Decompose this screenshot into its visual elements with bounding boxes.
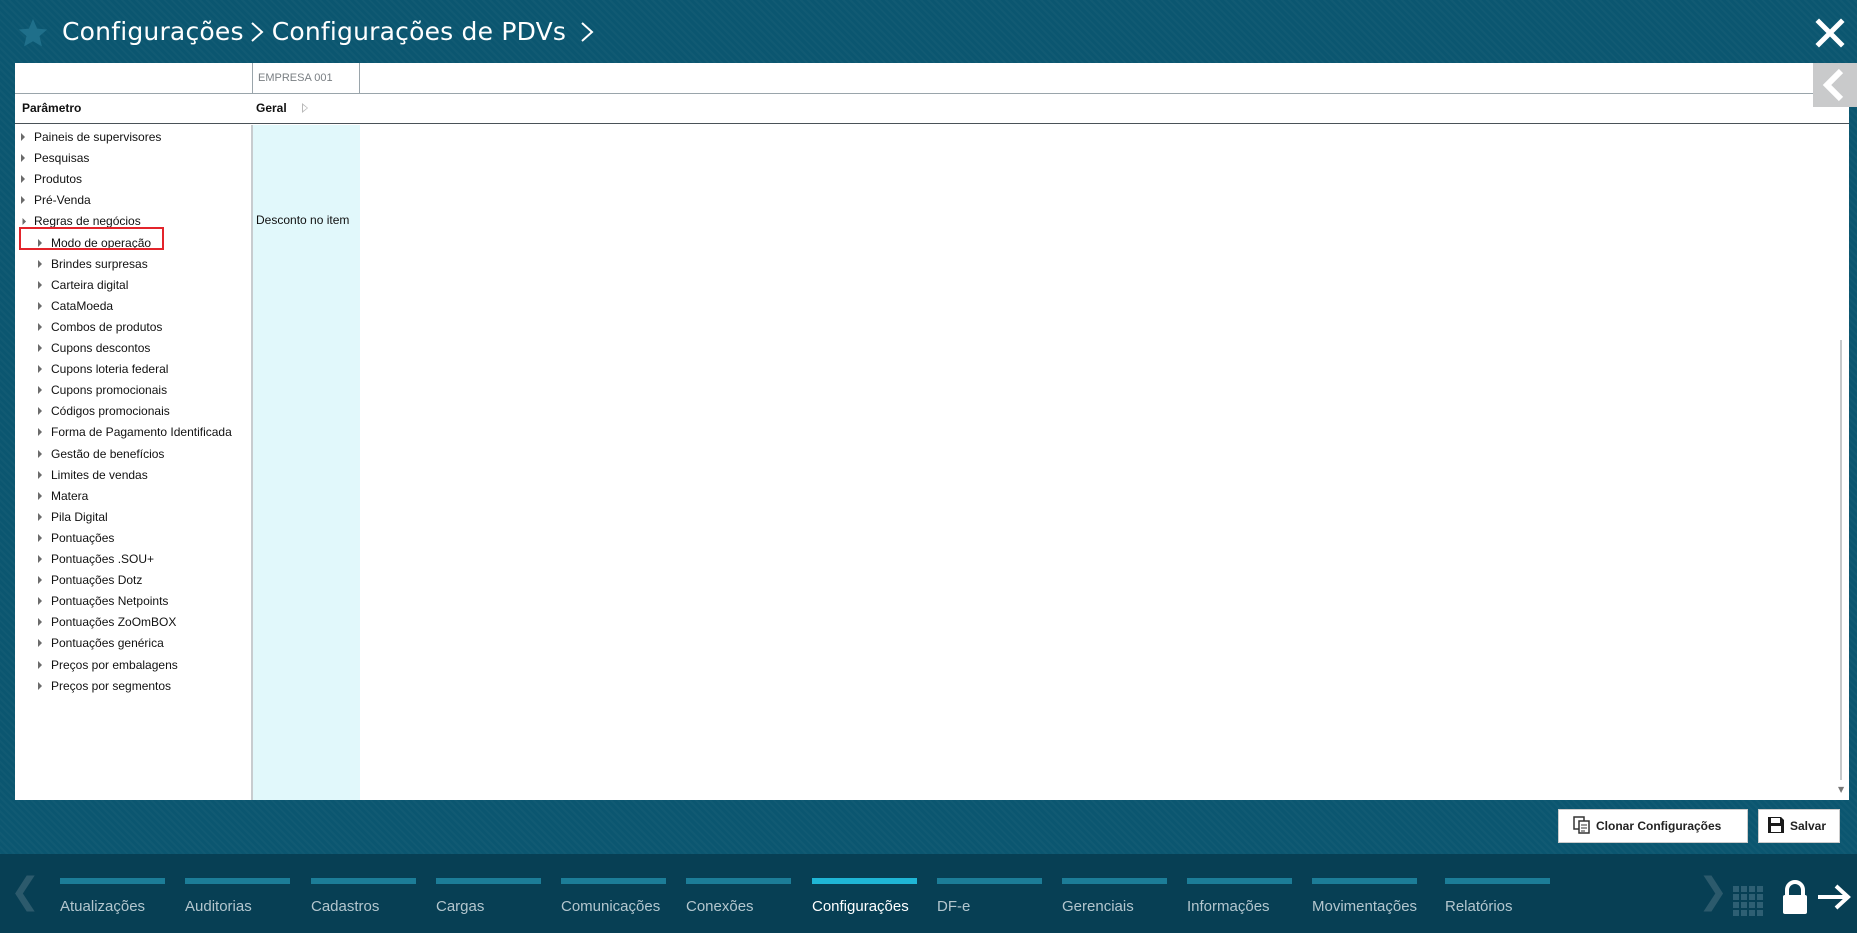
clone-config-button[interactable]: Clonar Configurações [1558,809,1748,843]
collapse-panel-icon [1822,68,1844,102]
tree-item-label: Preços por segmentos [51,678,172,693]
expand-arrow-icon[interactable] [38,280,42,289]
expand-arrow-icon[interactable] [38,259,42,268]
expand-arrow-icon[interactable] [38,491,42,500]
nav-tab-label: Atualizações [60,898,146,915]
nav-tab-indicator [1187,878,1292,884]
nav-tab-indicator [185,878,290,884]
parameters-panel: EMPRESA 001 Parâmetro Geral Paineis de s… [15,63,1849,800]
expanded-arrow-icon[interactable] [18,218,27,226]
tree-item[interactable]: Preços por segmentos [15,674,251,699]
lock-icon[interactable] [1780,880,1810,916]
nav-tab-indicator [436,878,541,884]
company-header-row: EMPRESA 001 [15,63,1849,94]
nav-tab-label: Relatórios [1445,898,1513,915]
expand-arrow-icon[interactable] [38,555,42,563]
nav-tab-indicator [812,878,917,884]
expand-arrow-icon[interactable] [38,407,42,416]
nav-tab-indicator [937,878,1042,884]
vertical-scrollbar[interactable] [1840,340,1842,780]
breadcrumb-item-pdvs[interactable]: Configurações de PDVs [272,17,566,46]
save-label: Salvar [1790,819,1827,833]
expand-arrow-icon[interactable] [38,470,42,479]
column-divider[interactable] [251,125,253,800]
expand-arrow-icon[interactable] [38,322,42,331]
save-button[interactable]: Salvar [1758,809,1840,843]
group-column-header[interactable]: Geral [256,93,287,123]
nav-tab-label: Informações [1187,898,1270,915]
chevron-left-icon[interactable]: ❮ [10,874,40,910]
collapse-panel-button[interactable] [1813,63,1857,107]
exit-arrow-icon[interactable] [1816,882,1852,912]
nav-tab-label: Configurações [812,898,909,915]
nav-tab-label: Cargas [436,898,485,915]
nav-tab-label: Movimentações [1312,898,1418,915]
nav-tab-indicator [1312,878,1417,884]
star-icon[interactable] [16,16,50,50]
nav-tab-label: Conexões [686,898,754,915]
nav-tab-indicator [1445,878,1550,884]
company-column-header[interactable]: EMPRESA 001 [252,63,360,93]
expand-arrow-icon[interactable] [21,133,25,141]
nav-tab-label: Cadastros [311,898,380,915]
column-header-row: Parâmetro Geral [15,93,1849,124]
scroll-down-icon[interactable]: ▼ [1838,785,1844,794]
param-column-header: Parâmetro [22,101,82,115]
expand-arrow-icon[interactable] [38,512,42,521]
nav-tab-label: Gerenciais [1062,898,1134,915]
close-icon[interactable] [1815,18,1845,48]
nav-tab-indicator [561,878,666,884]
expand-arrow-icon[interactable] [21,154,25,163]
expand-arrow-icon[interactable] [38,449,42,458]
expand-arrow-icon[interactable] [38,365,42,374]
nav-tab-indicator [1062,878,1167,884]
chevron-right-icon[interactable] [574,14,602,48]
nav-tab-label: DF-e [937,898,971,915]
nav-tab-indicator [686,878,791,884]
expand-arrow-icon[interactable] [38,660,42,669]
clone-config-label: Clonar Configurações [1596,819,1722,833]
breadcrumb: Configurações Configurações de PDVs [62,14,602,48]
expand-arrow-icon[interactable] [38,639,42,648]
expand-arrow-icon[interactable] [21,196,25,205]
expand-arrow-icon[interactable] [21,175,25,184]
expand-arrow-icon[interactable] [38,428,42,437]
expand-arrow-icon[interactable] [38,618,42,627]
save-icon [1767,816,1790,837]
bottom-nav: ❮ Atualizações Auditorias Cadastros Cargas C… [0,854,1857,933]
grid-icon[interactable] [1733,886,1765,918]
chevron-right-icon[interactable]: ❯ [1698,874,1728,910]
selection-highlight [19,227,164,250]
expand-arrow-icon[interactable] [38,597,42,606]
nav-tab-label: Comunicações [561,898,661,915]
chevron-right-icon [244,14,272,48]
nav-tab-indicator [311,878,416,884]
expand-arrow-icon[interactable] [38,301,42,310]
nav-tab-label: Auditorias [185,898,252,915]
expand-arrow-icon[interactable] [38,533,42,542]
breadcrumb-item-configuracoes[interactable]: Configurações [62,17,244,46]
expand-arrow-icon[interactable] [38,681,42,690]
expand-group-icon[interactable] [302,103,308,113]
expand-arrow-icon[interactable] [38,386,42,395]
value-cell[interactable]: Desconto no item [256,213,349,227]
nav-tab-indicator [60,878,165,884]
expand-arrow-icon[interactable] [38,576,42,585]
clone-icon [1573,815,1596,837]
expand-arrow-icon[interactable] [38,344,42,352]
top-bar: Configurações Configurações de PDVs [0,0,1857,62]
